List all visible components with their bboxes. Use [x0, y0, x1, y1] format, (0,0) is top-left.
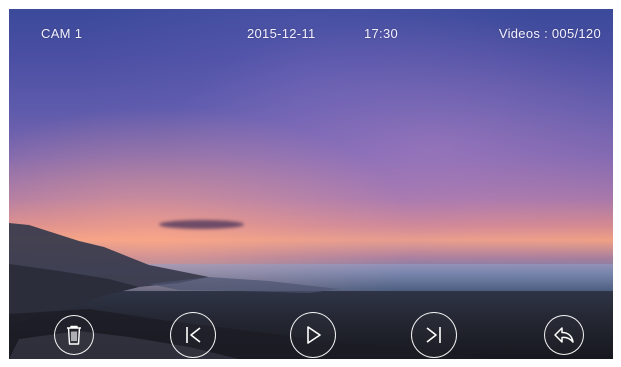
play-button[interactable] [290, 312, 336, 358]
video-viewer: CAM 1 2015-12-11 17:30 Videos : 005/120 [9, 9, 613, 359]
skip-previous-icon [186, 327, 201, 343]
previous-button[interactable] [170, 312, 216, 358]
skip-next-icon [426, 327, 441, 343]
headland [9, 223, 489, 359]
play-icon [307, 326, 321, 344]
delete-button[interactable] [54, 315, 94, 355]
time-label: 17:30 [364, 26, 399, 41]
date-label: 2015-12-11 [247, 26, 316, 41]
camera-label: CAM 1 [41, 26, 83, 41]
trash-icon [67, 325, 81, 345]
back-button[interactable] [544, 315, 584, 355]
next-button[interactable] [411, 312, 457, 358]
video-counter: Videos : 005/120 [498, 26, 601, 41]
return-icon [554, 327, 574, 343]
